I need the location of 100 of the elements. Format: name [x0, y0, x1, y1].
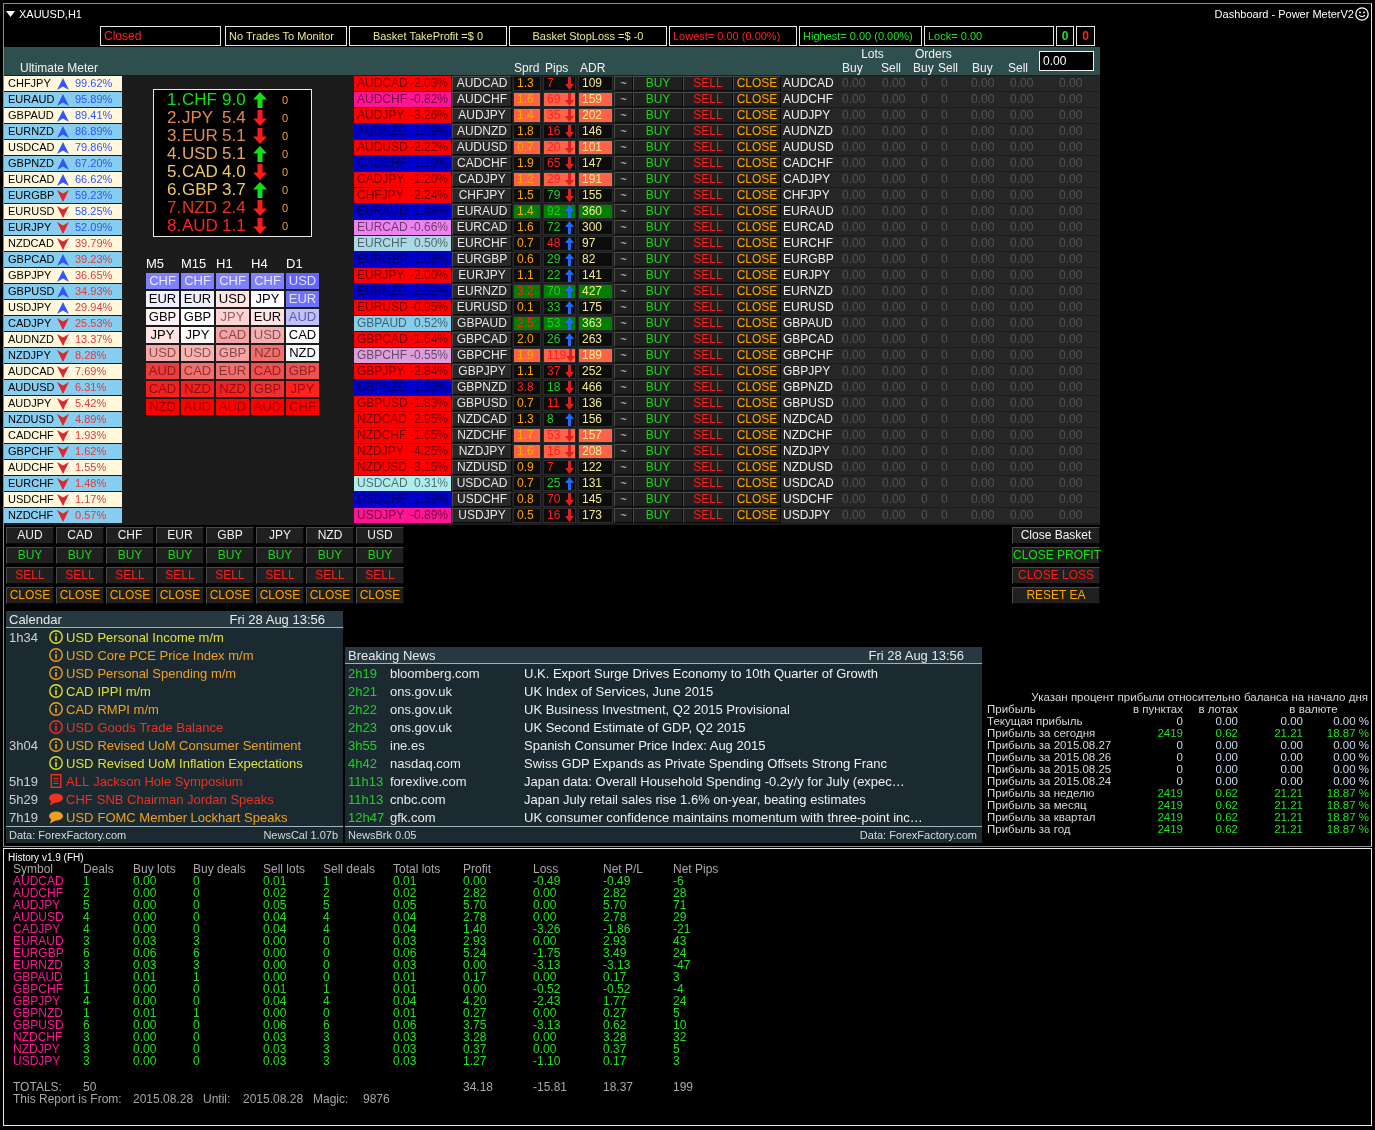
symbol-button[interactable]: GBPCHF: [452, 348, 512, 363]
buy-button[interactable]: BUY: [633, 492, 683, 507]
symbol-button[interactable]: EURJPY: [452, 268, 512, 283]
sell-button[interactable]: SELL: [683, 172, 733, 187]
symbol-button[interactable]: USDJPY: [452, 508, 512, 523]
sell-button[interactable]: SELL: [683, 364, 733, 379]
buy-button[interactable]: BUY: [633, 140, 683, 155]
sell-button[interactable]: SELL: [256, 567, 304, 584]
sell-button[interactable]: SELL: [683, 380, 733, 395]
close-button[interactable]: CLOSE: [733, 348, 781, 363]
tilde-button[interactable]: ~: [614, 92, 633, 107]
symbol-button[interactable]: AUDCHF: [452, 92, 512, 107]
close-button[interactable]: CLOSE: [733, 300, 781, 315]
buy-button[interactable]: BUY: [633, 204, 683, 219]
buy-button[interactable]: BUY: [633, 412, 683, 427]
buy-button[interactable]: BUY: [56, 547, 104, 564]
buy-button[interactable]: BUY: [633, 300, 683, 315]
close-button[interactable]: CLOSE: [256, 587, 304, 604]
tilde-button[interactable]: ~: [614, 156, 633, 171]
close-button[interactable]: CLOSE: [733, 396, 781, 411]
sell-button[interactable]: SELL: [683, 220, 733, 235]
close-button[interactable]: CLOSE: [733, 156, 781, 171]
sell-button[interactable]: SELL: [6, 567, 54, 584]
caret-icon[interactable]: [6, 10, 15, 17]
close-button[interactable]: CLOSE: [6, 587, 54, 604]
buy-button[interactable]: BUY: [256, 547, 304, 564]
buy-button[interactable]: BUY: [633, 284, 683, 299]
tilde-button[interactable]: ~: [614, 108, 633, 123]
sell-button[interactable]: SELL: [683, 444, 733, 459]
close-button[interactable]: CLOSE: [733, 492, 781, 507]
sell-button[interactable]: SELL: [156, 567, 204, 584]
symbol-button[interactable]: GBPJPY: [452, 364, 512, 379]
tilde-button[interactable]: ~: [614, 268, 633, 283]
close-button[interactable]: CLOSE: [733, 268, 781, 283]
close-button[interactable]: CLOSE: [733, 140, 781, 155]
buy-button[interactable]: BUY: [633, 92, 683, 107]
symbol-button[interactable]: GBPCAD: [452, 332, 512, 347]
symbol-button[interactable]: NZDCAD: [452, 412, 512, 427]
symbol-button[interactable]: NZDCHF: [452, 428, 512, 443]
tilde-button[interactable]: ~: [614, 492, 633, 507]
close-button[interactable]: CLOSE: [306, 587, 354, 604]
tilde-button[interactable]: ~: [614, 252, 633, 267]
close-button[interactable]: CLOSE: [733, 316, 781, 331]
tilde-button[interactable]: ~: [614, 364, 633, 379]
buy-button[interactable]: BUY: [633, 460, 683, 475]
tilde-button[interactable]: ~: [614, 140, 633, 155]
symbol-button[interactable]: AUDNZD: [452, 124, 512, 139]
tilde-button[interactable]: ~: [614, 76, 633, 91]
action-button[interactable]: RESET EA: [1012, 587, 1100, 604]
symbol-button[interactable]: GBPAUD: [452, 316, 512, 331]
action-button[interactable]: CLOSE LOSS: [1012, 567, 1100, 584]
sell-button[interactable]: SELL: [683, 252, 733, 267]
sell-button[interactable]: SELL: [683, 204, 733, 219]
sell-button[interactable]: SELL: [683, 140, 733, 155]
sell-button[interactable]: SELL: [683, 316, 733, 331]
tilde-button[interactable]: ~: [614, 380, 633, 395]
close-button[interactable]: CLOSE: [733, 460, 781, 475]
sell-button[interactable]: SELL: [683, 124, 733, 139]
tilde-button[interactable]: ~: [614, 284, 633, 299]
close-button[interactable]: CLOSE: [733, 364, 781, 379]
close-button[interactable]: CLOSE: [206, 587, 254, 604]
close-button[interactable]: CLOSE: [733, 220, 781, 235]
close-button[interactable]: CLOSE: [733, 444, 781, 459]
symbol-button[interactable]: AUDJPY: [452, 108, 512, 123]
symbol-button[interactable]: USDCHF: [452, 492, 512, 507]
currency-button[interactable]: EUR: [156, 527, 204, 544]
sell-button[interactable]: SELL: [683, 92, 733, 107]
tilde-button[interactable]: ~: [614, 428, 633, 443]
amount-field[interactable]: 0.00: [1039, 51, 1094, 71]
buy-button[interactable]: BUY: [633, 332, 683, 347]
symbol-button[interactable]: CADCHF: [452, 156, 512, 171]
buy-button[interactable]: BUY: [633, 108, 683, 123]
buy-button[interactable]: BUY: [633, 316, 683, 331]
close-button[interactable]: CLOSE: [733, 252, 781, 267]
close-button[interactable]: CLOSE: [733, 236, 781, 251]
sell-button[interactable]: SELL: [683, 396, 733, 411]
action-button[interactable]: Close Basket: [1012, 527, 1100, 544]
buy-button[interactable]: BUY: [633, 268, 683, 283]
close-button[interactable]: CLOSE: [733, 92, 781, 107]
close-button[interactable]: CLOSE: [156, 587, 204, 604]
tilde-button[interactable]: ~: [614, 300, 633, 315]
close-button[interactable]: CLOSE: [733, 204, 781, 219]
buy-button[interactable]: BUY: [633, 364, 683, 379]
buy-button[interactable]: BUY: [633, 444, 683, 459]
close-button[interactable]: CLOSE: [733, 284, 781, 299]
symbol-button[interactable]: EURGBP: [452, 252, 512, 267]
buy-button[interactable]: BUY: [633, 156, 683, 171]
sell-button[interactable]: SELL: [206, 567, 254, 584]
buy-button[interactable]: BUY: [633, 476, 683, 491]
tilde-button[interactable]: ~: [614, 332, 633, 347]
currency-button[interactable]: CHF: [106, 527, 154, 544]
buy-button[interactable]: BUY: [633, 380, 683, 395]
close-button[interactable]: CLOSE: [733, 124, 781, 139]
currency-button[interactable]: AUD: [6, 527, 54, 544]
currency-button[interactable]: CAD: [56, 527, 104, 544]
buy-button[interactable]: BUY: [633, 396, 683, 411]
tilde-button[interactable]: ~: [614, 188, 633, 203]
sell-button[interactable]: SELL: [306, 567, 354, 584]
currency-button[interactable]: NZD: [306, 527, 354, 544]
sell-button[interactable]: SELL: [683, 108, 733, 123]
